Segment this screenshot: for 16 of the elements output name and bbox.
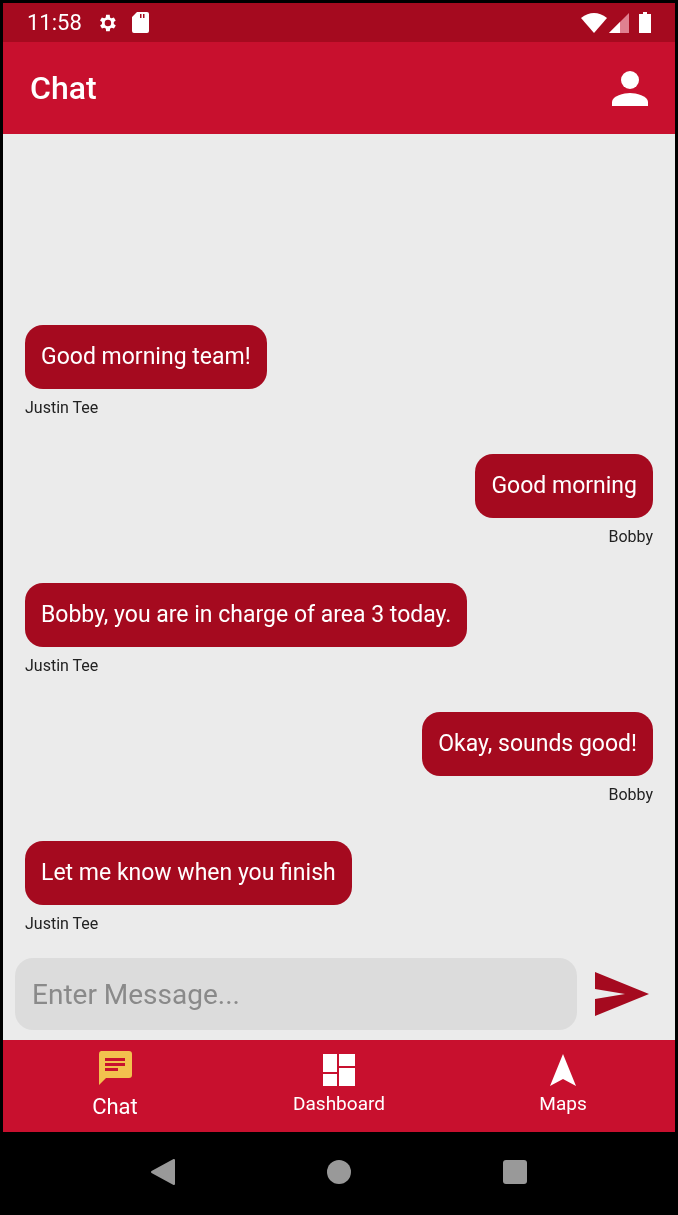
nav-tab[interactable]: Chat [3,1040,227,1132]
message-bubble: Bobby, you are in charge of area 3 today. [25,583,468,647]
message-bubble: Okay, sounds good! [422,712,653,776]
sender-name: Bobby [608,526,653,548]
sender-name: Justin Tee [25,397,99,419]
sender-name: Justin Tee [25,913,99,935]
sender-name: Justin Tee [25,655,99,677]
nav-tab[interactable]: Dashboard [227,1040,451,1132]
nav-tab[interactable]: Maps [451,1040,675,1132]
message-bubble: Good morning team! [25,325,267,389]
clock: 11:58 [27,9,82,37]
sender-name: Bobby [608,784,653,806]
message-bubble: Good morning [475,454,653,518]
app-title: Chat [30,68,98,109]
message-bubble: Let me know when you finish [25,841,352,905]
message-input[interactable]: Enter Message... [15,958,577,1030]
